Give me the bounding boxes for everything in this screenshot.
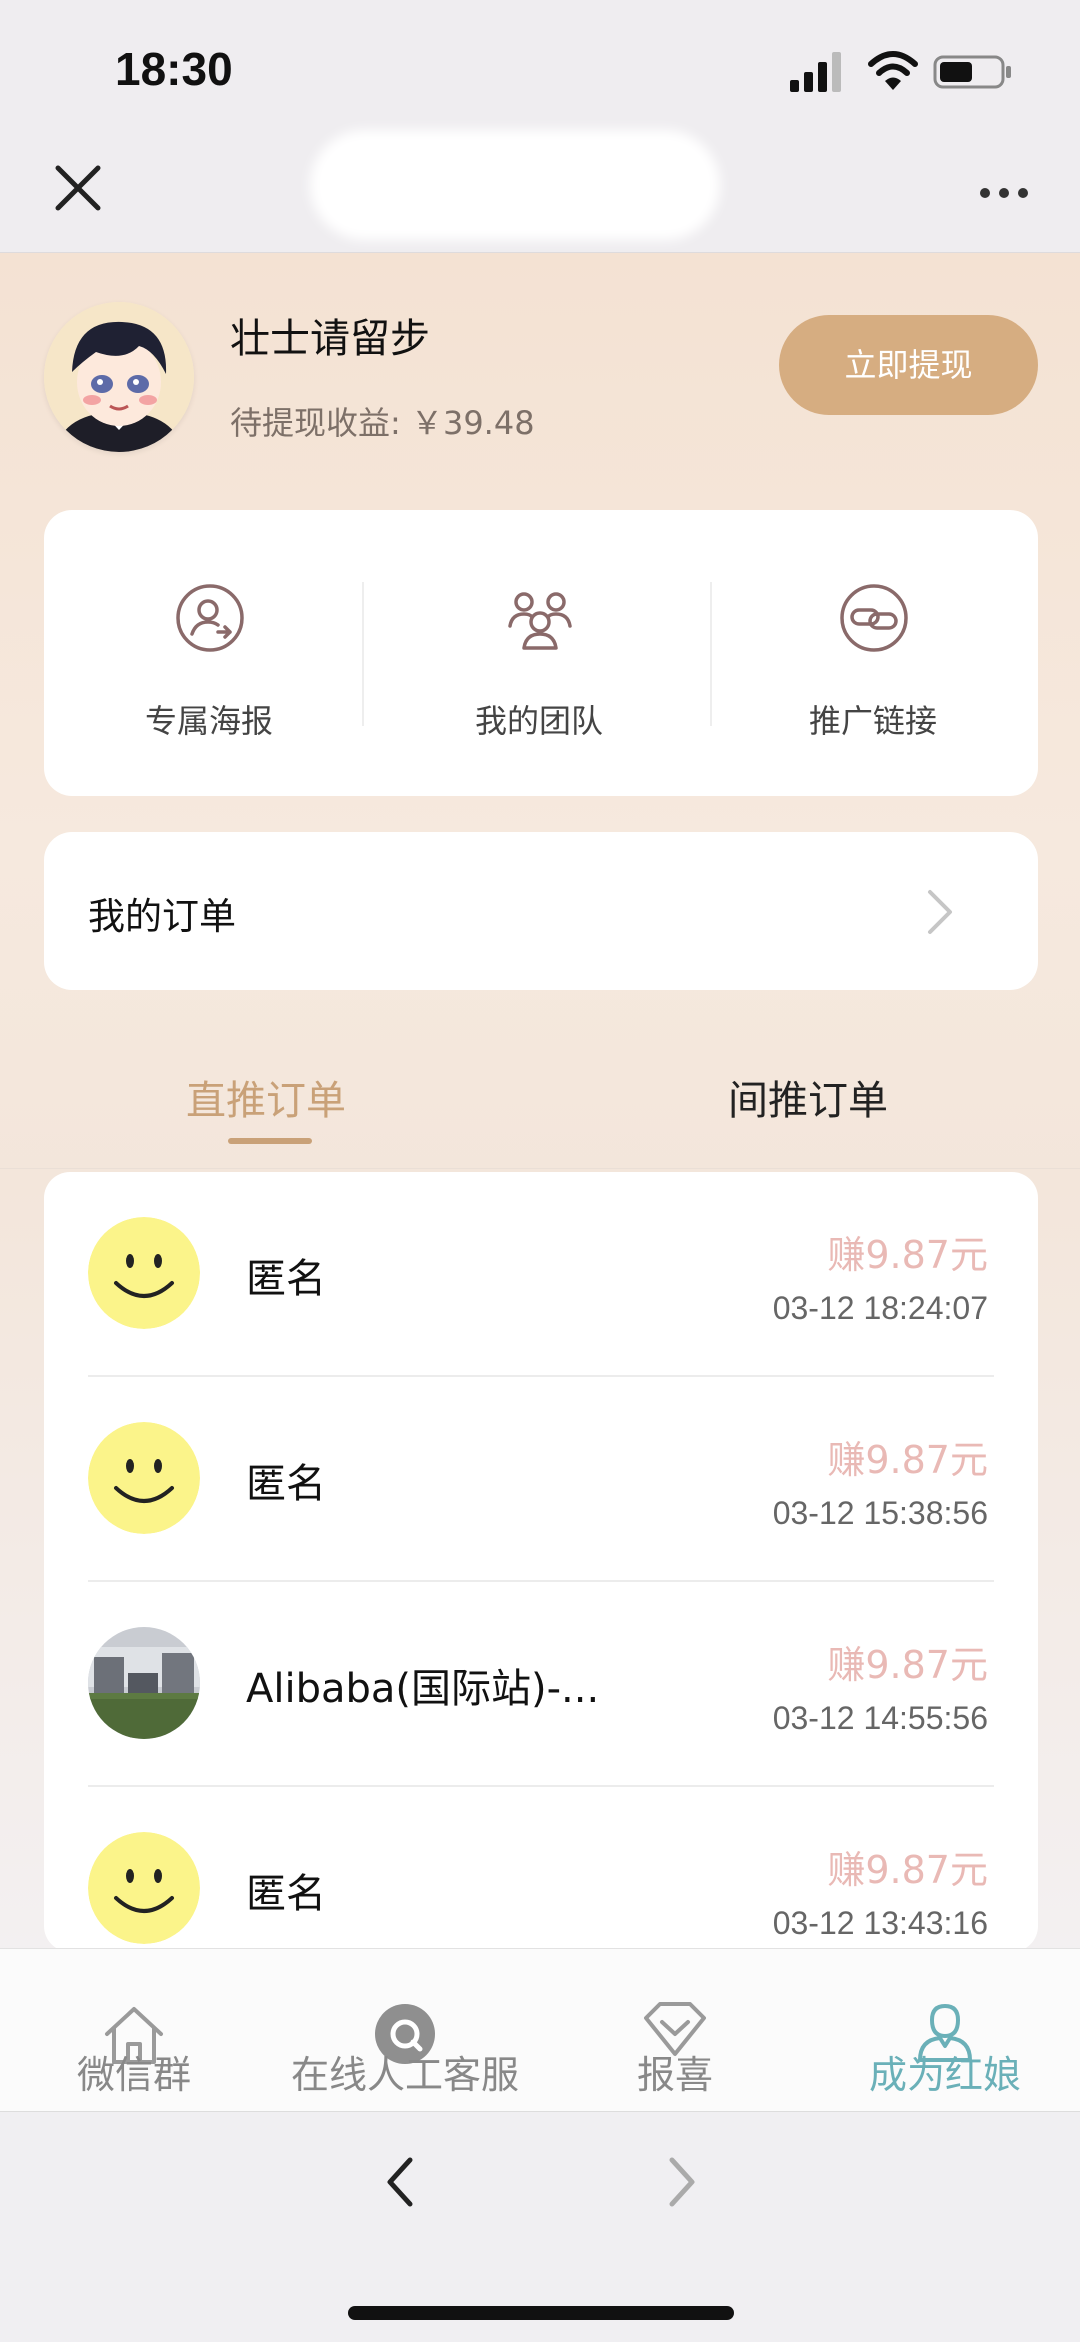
home-indicator: [348, 2306, 734, 2320]
order-time: 03-12 13:43:16: [772, 1905, 988, 1941]
smiley-icon: [88, 1217, 200, 1329]
quick-action-label: 专属海报: [144, 702, 273, 740]
list-item[interactable]: 匿名 赚9.87元 03-12 18:24:07: [44, 1172, 1038, 1377]
close-icon[interactable]: [52, 162, 104, 214]
list-item[interactable]: 匿名 赚9.87元 03-12 15:38:56: [44, 1377, 1038, 1582]
quick-action-link[interactable]: 推广链接: [708, 510, 1038, 796]
bottom-tab-become-matchmaker[interactable]: 成为红娘: [845, 1950, 1045, 2110]
bottom-tab-label: 报喜: [636, 2053, 713, 2097]
earning-amount: 赚9.87元: [827, 1643, 988, 1687]
bottom-tab-report[interactable]: 报喜: [590, 1950, 760, 2110]
tab-indirect-orders[interactable]: 间推订单: [728, 1068, 888, 1126]
battery-icon: [933, 55, 1011, 89]
team-icon: [508, 592, 572, 650]
status-time: 18:30: [115, 43, 233, 95]
back-arrow-icon[interactable]: [380, 2152, 420, 2212]
withdraw-button[interactable]: 立即提现: [779, 315, 1038, 415]
smiley-icon: [88, 1832, 200, 1944]
user-share-icon: [176, 584, 244, 652]
cellular-signal-icon: [790, 52, 841, 92]
user-name: 壮士请留步: [230, 316, 430, 362]
divider: [362, 582, 364, 726]
order-time: 03-12 18:24:07: [772, 1290, 988, 1326]
earning-amount: 赚9.87元: [827, 1848, 988, 1892]
tab-direct-orders[interactable]: 直推订单: [186, 1068, 346, 1126]
quick-action-label: 推广链接: [808, 702, 937, 740]
bottom-tab-label: 微信群: [76, 2053, 191, 2097]
building-photo: [88, 1627, 200, 1739]
quick-action-poster[interactable]: 专属海报: [44, 510, 374, 796]
bottom-tab-label: 成为红娘: [868, 2053, 1021, 2097]
wifi-icon: [868, 51, 918, 90]
chevron-right-icon: [928, 890, 952, 934]
pending-earnings: 待提现收益: ￥39.48: [230, 404, 535, 442]
buyer-name: Alibaba(国际站)-...: [246, 1666, 600, 1712]
order-time: 03-12 14:55:56: [772, 1700, 988, 1736]
tab-active-indicator: [228, 1138, 312, 1144]
quick-action-label: 我的团队: [474, 702, 603, 740]
bottom-tab-label: 在线人工客服: [290, 2053, 519, 2097]
my-orders-label: 我的订单: [88, 895, 236, 938]
cartoon-avatar-icon: [44, 302, 194, 452]
list-item[interactable]: Alibaba(国际站)-... 赚9.87元 03-12 14:55:56: [44, 1582, 1038, 1787]
link-icon: [840, 584, 908, 652]
bottom-tab-customer-service[interactable]: 在线人工客服: [260, 1950, 550, 2110]
redacted-title: [310, 130, 720, 240]
avatar[interactable]: [44, 302, 194, 452]
buyer-name: 匿名: [246, 1256, 326, 1302]
tab-divider: [0, 1168, 1080, 1169]
more-icon[interactable]: [978, 186, 1030, 200]
forward-arrow-icon[interactable]: [662, 2152, 702, 2212]
buyer-name: 匿名: [246, 1871, 326, 1917]
earning-amount: 赚9.87元: [827, 1438, 988, 1482]
bottom-tab-wechat-group[interactable]: 微信群: [44, 1950, 224, 2110]
quick-action-team[interactable]: 我的团队: [374, 510, 704, 796]
buyer-name: 匿名: [246, 1461, 326, 1507]
smiley-icon: [88, 1422, 200, 1534]
order-time: 03-12 15:38:56: [772, 1495, 988, 1531]
earning-amount: 赚9.87元: [827, 1233, 988, 1277]
